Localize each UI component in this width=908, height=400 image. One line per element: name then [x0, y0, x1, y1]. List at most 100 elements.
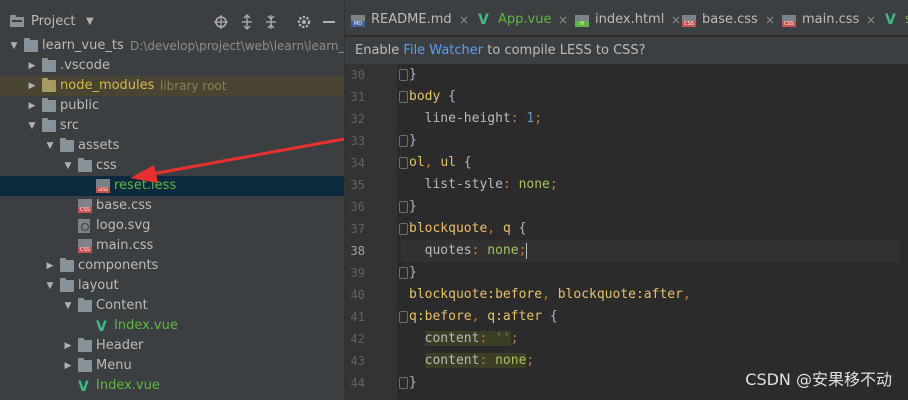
tree-item[interactable]: ▼ assets	[0, 136, 344, 156]
fold-marker-icon[interactable]	[399, 201, 408, 213]
tree-item[interactable]: ▶ Header	[0, 336, 344, 356]
code-line[interactable]: body {	[409, 86, 456, 108]
chevron-down-icon[interactable]: ▼	[8, 36, 20, 56]
tree-item[interactable]: logo.svg	[0, 216, 344, 236]
code-token: blockquote:before	[409, 287, 543, 302]
chevron-down-icon[interactable]: ▼	[62, 156, 74, 176]
code-token: ''	[495, 331, 511, 346]
tree-item-label: Index.vue	[114, 318, 178, 333]
tree-item[interactable]: reset.less	[0, 176, 344, 196]
tree-item-label: assets	[78, 138, 120, 153]
close-icon[interactable]: ×	[866, 0, 876, 40]
tree-item[interactable]: ▼ learn_vue_ts D:\develop\project\web\lear…	[0, 36, 344, 56]
close-icon[interactable]: ×	[671, 0, 681, 40]
fold-marker-icon[interactable]	[399, 91, 408, 103]
code-line[interactable]: }	[409, 372, 417, 394]
less-file-icon	[96, 179, 110, 193]
chevron-right-icon[interactable]: ▶	[26, 96, 38, 116]
tree-item[interactable]: ▶ components	[0, 256, 344, 276]
close-icon[interactable]: ×	[459, 0, 469, 40]
code-line[interactable]: line-height: 1;	[409, 108, 542, 130]
chevron-right-icon[interactable]: ▶	[26, 56, 38, 76]
line-number: 40	[350, 288, 365, 302]
tree-item[interactable]: ▼ Content	[0, 296, 344, 316]
folder-icon	[60, 138, 74, 152]
tree-item[interactable]: ▶ .vscode	[0, 56, 344, 76]
code-token: content	[424, 353, 480, 368]
code-token: q:after	[487, 309, 543, 324]
tree-item[interactable]: base.css	[0, 196, 344, 216]
project-view-title[interactable]: Project	[31, 14, 75, 29]
close-icon[interactable]: ×	[765, 0, 775, 40]
code-line[interactable]: quotes: none;	[401, 240, 900, 262]
fold-marker-icon[interactable]	[399, 267, 408, 279]
tree-item[interactable]: ▶ public	[0, 96, 344, 116]
code-token: {	[440, 89, 456, 104]
code-token: {	[542, 309, 558, 324]
code-token: blockquote	[409, 221, 488, 236]
chevron-down-icon[interactable]: ▼	[62, 296, 74, 316]
gear-icon[interactable]	[296, 14, 312, 30]
code-line[interactable]: ol, ul {	[409, 152, 472, 174]
code-line[interactable]: content: '';	[409, 328, 519, 350]
tree-item[interactable]: ▼ layout	[0, 276, 344, 296]
fold-marker-icon[interactable]	[399, 377, 408, 389]
chevron-down-icon[interactable]: ▼	[44, 276, 56, 296]
code-line[interactable]: }	[409, 262, 417, 284]
tree-item[interactable]: ▼ css	[0, 156, 344, 176]
chevron-right-icon[interactable]: ▶	[26, 76, 38, 96]
fold-marker-icon[interactable]	[399, 311, 408, 323]
fold-marker-icon[interactable]	[399, 69, 408, 81]
fold-marker-icon[interactable]	[399, 157, 408, 169]
code-line[interactable]: blockquote:before, blockquote:after,	[409, 284, 691, 306]
collapse-all-icon[interactable]	[263, 14, 279, 30]
expand-all-icon[interactable]	[239, 14, 255, 30]
code-token: }	[409, 133, 417, 148]
notice-text-after: to compile LESS to CSS?	[483, 43, 646, 58]
tree-item-hint: D:\develop\project\web\learn\learn_vue	[130, 39, 344, 53]
text-caret	[526, 242, 528, 259]
code-token: q	[502, 221, 511, 236]
tree-item[interactable]: main.css	[0, 236, 344, 256]
line-number: 41	[350, 310, 365, 324]
css-file-icon	[78, 199, 92, 213]
code-token: line-height	[409, 111, 511, 126]
editor-tab-label: README.md	[371, 12, 452, 27]
tree-item[interactable]: V Index.vue	[0, 316, 344, 336]
chevron-down-icon[interactable]: ▼	[26, 116, 38, 136]
fold-marker-icon[interactable]	[399, 223, 408, 235]
code-line[interactable]: blockquote, q {	[409, 218, 526, 240]
chevron-right-icon[interactable]: ▶	[62, 356, 74, 376]
code-line[interactable]: }	[409, 130, 417, 152]
code-line[interactable]: }	[409, 196, 417, 218]
chevron-down-icon[interactable]: ▼	[44, 136, 56, 156]
tree-item-label: Content	[96, 298, 148, 313]
code-token: :	[479, 331, 496, 346]
chevron-right-icon[interactable]: ▶	[62, 336, 74, 356]
line-number: 38	[350, 244, 365, 258]
code-token: ;	[526, 353, 535, 368]
code-token: content	[424, 331, 480, 346]
close-icon[interactable]: ×	[558, 0, 568, 40]
line-number: 34	[350, 156, 365, 170]
code-editor[interactable]: } body { line-height: 1;} ol, ul { list-st…	[401, 64, 908, 400]
folder-icon	[60, 258, 74, 272]
hide-icon[interactable]	[321, 14, 337, 30]
locate-icon[interactable]	[213, 14, 229, 30]
tree-item[interactable]: ▶ node_modules library root	[0, 76, 344, 96]
line-number: 33	[350, 134, 365, 148]
chevron-down-icon[interactable]: ▼	[86, 16, 94, 27]
file-watcher-link[interactable]: File Watcher	[403, 43, 483, 58]
chevron-right-icon[interactable]: ▶	[44, 256, 56, 276]
fold-marker-icon[interactable]	[399, 135, 408, 147]
line-number: 35	[350, 178, 365, 192]
code-line[interactable]: list-style: none;	[409, 174, 558, 196]
tree-item[interactable]: ▶ Menu	[0, 356, 344, 376]
editor-tab-label: main.css	[802, 12, 860, 27]
code-line[interactable]: }	[409, 64, 417, 86]
tree-item[interactable]: ▼ src	[0, 116, 344, 136]
code-line[interactable]: content: none;	[409, 350, 534, 372]
code-line[interactable]: q:before, q:after {	[409, 306, 558, 328]
tree-item[interactable]: V Index.vue	[0, 376, 344, 396]
